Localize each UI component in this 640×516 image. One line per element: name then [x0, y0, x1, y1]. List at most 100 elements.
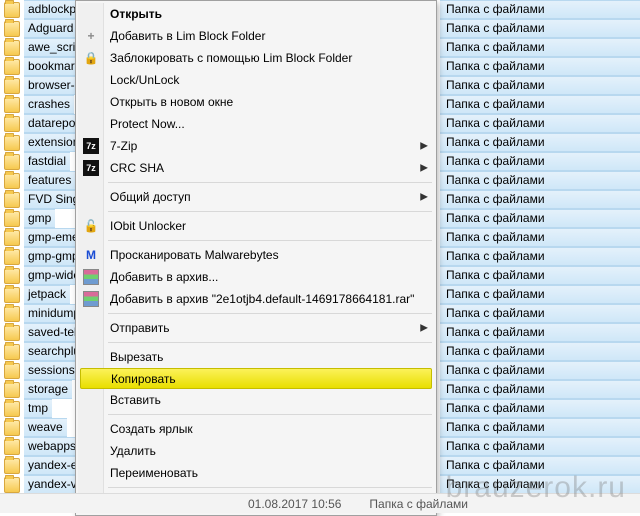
- folder-name: features: [24, 171, 75, 190]
- status-bar: 01.08.2017 10:56 Папка с файлами: [0, 493, 640, 513]
- malwarebytes-icon: M: [83, 247, 99, 263]
- iobit-icon: 🔓: [83, 218, 99, 234]
- folder-icon: [4, 306, 20, 322]
- folder-type: Папка с файлами: [440, 361, 640, 380]
- folder-icon: [4, 344, 20, 360]
- menu-add-to-named-archive[interactable]: Добавить в архив "2e1otjb4.default-14691…: [78, 288, 434, 310]
- menu-separator: [108, 342, 432, 343]
- winrar-icon: [83, 269, 99, 285]
- folder-icon: [4, 192, 20, 208]
- folder-icon: [4, 382, 20, 398]
- folder-type: Папка с файлами: [440, 209, 640, 228]
- menu-copy[interactable]: Копировать: [80, 368, 432, 389]
- folder-type: Папка с файлами: [440, 19, 640, 38]
- folder-type: Папка с файлами: [440, 323, 640, 342]
- folder-icon: [4, 268, 20, 284]
- menu-open[interactable]: Открыть: [78, 3, 434, 25]
- folder-icon: [4, 420, 20, 436]
- folder-type: Папка с файлами: [440, 190, 640, 209]
- folder-name: gmp-gmp: [24, 247, 83, 266]
- menu-add-lim-folder[interactable]: + Добавить в Lim Block Folder: [78, 25, 434, 47]
- submenu-arrow-icon: ▶: [420, 323, 428, 334]
- menu-7zip[interactable]: 7z 7-Zip ▶: [78, 135, 434, 157]
- folder-icon: [4, 116, 20, 132]
- folder-name: storage: [24, 380, 72, 399]
- folder-name: jetpack: [24, 285, 70, 304]
- folder-type: Папка с файлами: [440, 95, 640, 114]
- menu-delete[interactable]: Удалить: [78, 440, 434, 462]
- folder-icon: [4, 97, 20, 113]
- menu-protect-now[interactable]: Protect Now...: [78, 113, 434, 135]
- status-type: Папка с файлами: [369, 497, 468, 511]
- folder-type: Папка с файлами: [440, 38, 640, 57]
- lock-icon: 🔒: [83, 50, 99, 66]
- folder-type: Папка с файлами: [440, 285, 640, 304]
- status-date: 01.08.2017 10:56: [248, 497, 341, 511]
- folder-icon: [4, 78, 20, 94]
- winrar-icon: [83, 291, 99, 307]
- menu-send-to[interactable]: Отправить ▶: [78, 317, 434, 339]
- folder-name: gmp: [24, 209, 55, 228]
- folder-icon: [4, 249, 20, 265]
- context-menu: Открыть + Добавить в Lim Block Folder 🔒 …: [75, 0, 437, 516]
- folder-type: Папка с файлами: [440, 228, 640, 247]
- menu-separator: [108, 487, 432, 488]
- menu-create-shortcut[interactable]: Создать ярлык: [78, 418, 434, 440]
- submenu-arrow-icon: ▶: [420, 141, 428, 152]
- folder-type: Папка с файлами: [440, 171, 640, 190]
- menu-lock-unlock[interactable]: Lock/UnLock: [78, 69, 434, 91]
- folder-icon: [4, 135, 20, 151]
- menu-separator: [108, 211, 432, 212]
- 7zip-icon: 7z: [83, 138, 99, 154]
- submenu-arrow-icon: ▶: [420, 163, 428, 174]
- folder-icon: [4, 230, 20, 246]
- folder-name: weave: [24, 418, 67, 437]
- folder-type: Папка с файлами: [440, 399, 640, 418]
- folder-icon: [4, 363, 20, 379]
- menu-cut[interactable]: Вырезать: [78, 346, 434, 368]
- folder-type: Папка с файлами: [440, 437, 640, 456]
- folder-icon: [4, 154, 20, 170]
- menu-add-to-archive[interactable]: Добавить в архив...: [78, 266, 434, 288]
- folder-type: Папка с файлами: [440, 380, 640, 399]
- folder-name: webapps: [24, 437, 80, 456]
- menu-scan-malwarebytes[interactable]: M Просканировать Malwarebytes: [78, 244, 434, 266]
- folder-type: Папка с файлами: [440, 57, 640, 76]
- folder-type: Папка с файлами: [440, 266, 640, 285]
- folder-name: Adguard: [24, 19, 77, 38]
- folder-icon: [4, 21, 20, 37]
- folder-type: Папка с файлами: [440, 475, 640, 494]
- 7zip-icon: 7z: [83, 160, 99, 176]
- menu-iobit-unlocker[interactable]: 🔓 IObit Unlocker: [78, 215, 434, 237]
- folder-icon: [4, 287, 20, 303]
- folder-icon: [4, 325, 20, 341]
- folder-type: Папка с файлами: [440, 456, 640, 475]
- folder-name: tmp: [24, 399, 52, 418]
- folder-icon: [4, 439, 20, 455]
- menu-crc-sha[interactable]: 7z CRC SHA ▶: [78, 157, 434, 179]
- menu-rename[interactable]: Переименовать: [78, 462, 434, 484]
- folder-type: Папка с файлами: [440, 304, 640, 323]
- folder-icon: [4, 59, 20, 75]
- menu-paste[interactable]: Вставить: [78, 389, 434, 411]
- folder-icon: [4, 40, 20, 56]
- menu-separator: [108, 182, 432, 183]
- folder-name: crashes: [24, 95, 74, 114]
- folder-type: Папка с файлами: [440, 0, 640, 19]
- menu-separator: [108, 414, 432, 415]
- folder-type: Папка с файлами: [440, 418, 640, 437]
- folder-icon: [4, 2, 20, 18]
- menu-share[interactable]: Общий доступ ▶: [78, 186, 434, 208]
- folder-type: Папка с файлами: [440, 342, 640, 361]
- menu-block-lim-folder[interactable]: 🔒 Заблокировать с помощью Lim Block Fold…: [78, 47, 434, 69]
- folder-type: Папка с файлами: [440, 247, 640, 266]
- folder-icon: [4, 458, 20, 474]
- menu-separator: [108, 313, 432, 314]
- submenu-arrow-icon: ▶: [420, 192, 428, 203]
- folder-type: Папка с файлами: [440, 133, 640, 152]
- folder-type: Папка с файлами: [440, 152, 640, 171]
- folder-type: Папка с файлами: [440, 76, 640, 95]
- menu-open-new-window[interactable]: Открыть в новом окне: [78, 91, 434, 113]
- folder-name: fastdial: [24, 152, 70, 171]
- folder-icon: [4, 211, 20, 227]
